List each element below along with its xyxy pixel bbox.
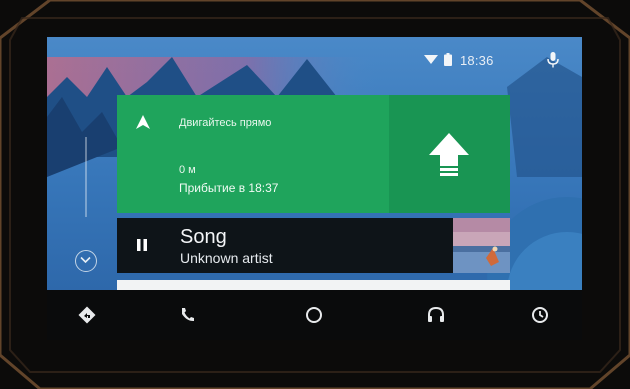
status-bar: 18:36 (382, 37, 582, 83)
card-scroll-indicator (85, 137, 87, 217)
navigation-card[interactable]: Двигайтесь прямо 0 м Прибытие в 18:37 (117, 95, 510, 213)
headphones-icon (428, 306, 444, 322)
home-icon (306, 307, 322, 323)
mic-icon[interactable] (547, 52, 559, 68)
wifi-icon (424, 55, 438, 64)
head-unit-frame: 18:36 Двигайтесь прямо 0 м Прибытие в 18… (0, 0, 630, 389)
navigation-icon (78, 306, 96, 324)
song-title: Song (180, 226, 227, 248)
song-artist: Unknown artist (180, 250, 273, 266)
home-button[interactable] (301, 302, 327, 328)
next-card-peek[interactable] (117, 280, 510, 290)
nav-distance: 0 м (179, 164, 196, 176)
album-art (453, 218, 510, 273)
status-clock: 18:36 (460, 53, 494, 68)
navigation-button[interactable] (74, 302, 100, 328)
pause-icon[interactable] (137, 239, 147, 251)
navigation-arrow-icon (136, 115, 150, 129)
recents-icon (532, 307, 548, 323)
collapse-cards-button[interactable] (75, 250, 97, 272)
bottom-nav-bar (47, 290, 582, 340)
media-card[interactable]: Song Unknown artist (117, 218, 510, 273)
android-auto-screen: 18:36 Двигайтесь прямо 0 м Прибытие в 18… (47, 37, 582, 340)
arrow-up-icon (429, 133, 469, 176)
recents-button[interactable] (527, 302, 553, 328)
media-button[interactable] (423, 302, 449, 328)
nav-instruction: Двигайтесь прямо (179, 117, 272, 129)
nav-arrival-time: Прибытие в 18:37 (179, 181, 279, 195)
battery-icon (444, 53, 452, 66)
phone-button[interactable] (175, 302, 201, 328)
chevron-down-icon (80, 256, 91, 264)
phone-icon (182, 308, 194, 322)
